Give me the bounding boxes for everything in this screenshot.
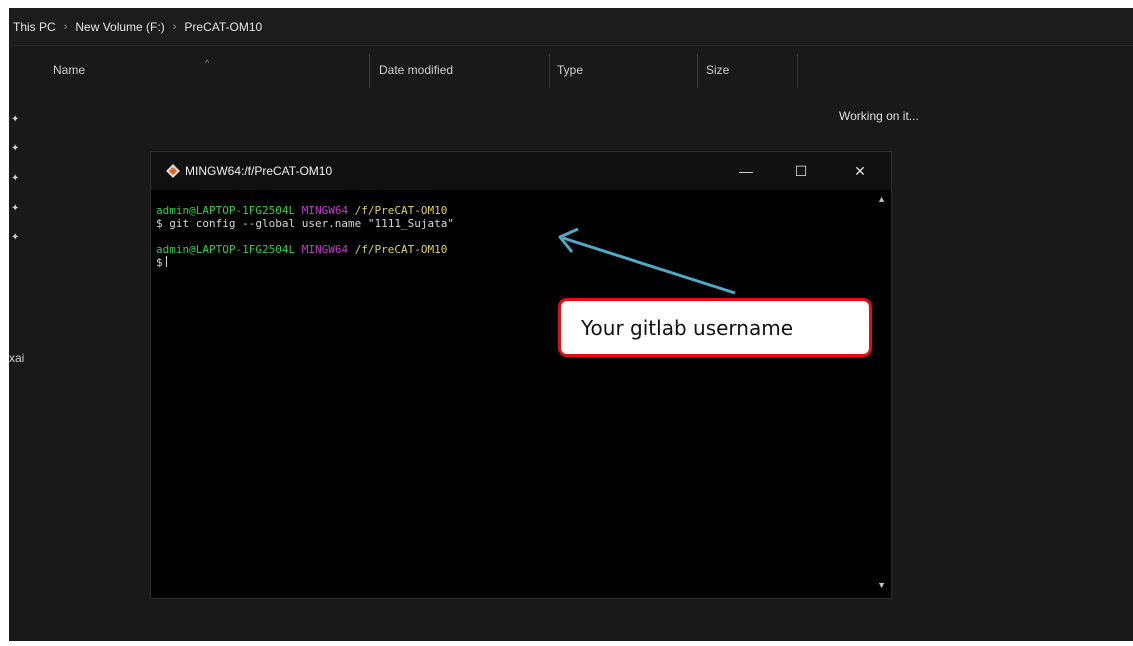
annotation-callout: Your gitlab username: [558, 298, 872, 357]
callout-text: Your gitlab username: [581, 315, 794, 340]
